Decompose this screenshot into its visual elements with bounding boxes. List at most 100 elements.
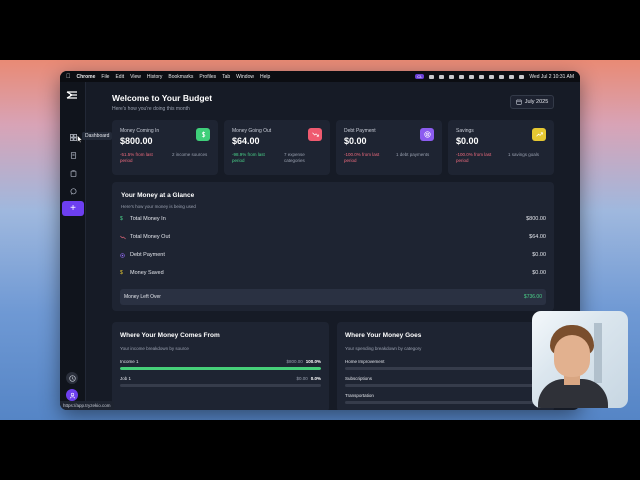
tray-badge[interactable]: CL xyxy=(415,74,425,79)
page-title: Welcome to Your Budget xyxy=(112,93,213,103)
money-at-a-glance-panel: Your Money at a Glance Here's how your m… xyxy=(112,182,554,311)
menu-profiles[interactable]: Profiles xyxy=(199,74,216,80)
card-debt-payment: Debt Payment $0.00 -100.0% from last per… xyxy=(336,120,442,175)
panel-title: Where Your Money Goes xyxy=(345,332,422,339)
card-note: 1 savings goals xyxy=(508,152,540,157)
user-avatar-icon[interactable] xyxy=(66,389,78,401)
income-progress-bar xyxy=(120,367,321,370)
card-label: Money Going Out xyxy=(232,128,272,134)
card-change: -100.0% from last period xyxy=(344,152,380,163)
link-status-url: https://app.tryzekio.com xyxy=(60,401,114,410)
trend-down-icon xyxy=(120,235,128,240)
trend-down-icon xyxy=(308,128,322,141)
menu-app-name[interactable]: Chrome xyxy=(77,74,96,80)
menu-window[interactable]: Window xyxy=(236,74,254,80)
menu-tab[interactable]: Tab xyxy=(222,74,230,80)
sidebar: Dashboard + xyxy=(60,82,113,410)
spending-progress-bar xyxy=(345,401,546,404)
clipboard-icon[interactable] xyxy=(68,168,78,178)
search-icon[interactable] xyxy=(509,74,515,79)
card-note: 2 income sources xyxy=(172,152,208,157)
income-row-amount: $0.00 xyxy=(296,375,308,381)
card-value: $0.00 xyxy=(344,136,367,146)
sidebar-tooltip: Dashboard xyxy=(82,132,113,140)
app-logo-icon[interactable] xyxy=(66,91,78,99)
glance-row-money-saved: $ Money Saved $0.00 xyxy=(120,268,546,278)
dollar-icon: $ xyxy=(120,270,123,276)
tray-icon-5[interactable] xyxy=(469,74,475,79)
add-button[interactable]: + xyxy=(62,201,84,216)
control-center-icon[interactable] xyxy=(519,74,525,79)
card-value: $0.00 xyxy=(456,136,479,146)
card-value: $800.00 xyxy=(120,136,153,146)
budget-app: Dashboard + Welcome to Your Budget Here'… xyxy=(60,82,580,410)
receipt-icon[interactable] xyxy=(68,150,78,160)
menu-view[interactable]: View xyxy=(130,74,141,80)
card-change: -98.9% from last period xyxy=(232,152,265,163)
battery-icon[interactable] xyxy=(489,74,495,79)
tray-icon-1[interactable] xyxy=(429,74,435,79)
menu-help[interactable]: Help xyxy=(260,74,270,80)
glance-row-label: Debt Payment xyxy=(130,252,165,258)
tray-icon-3[interactable] xyxy=(449,74,455,79)
spending-progress-bar xyxy=(345,367,546,370)
webcam-person-face xyxy=(554,335,590,377)
spending-breakdown-panel: Where Your Money Goes Your spending brea… xyxy=(337,322,554,410)
apple-icon[interactable]:  xyxy=(66,74,71,80)
glance-row-debt-payment: Debt Payment $0.00 xyxy=(120,250,546,260)
calendar-icon xyxy=(516,99,522,105)
card-money-in: Money Coming In $800.00 -51.5% from last… xyxy=(112,120,218,175)
dollar-icon xyxy=(196,128,210,141)
income-progress-bar xyxy=(120,384,321,387)
card-change: -51.5% from last period xyxy=(120,152,153,163)
income-row: Income 1 $800.00 100.0% xyxy=(120,357,321,365)
spending-row-label: Transportation xyxy=(345,392,374,398)
webcam-background-pole xyxy=(594,323,602,383)
menubar-clock[interactable]: Wed Jul 2 10:31 AM xyxy=(529,74,574,80)
webcam-overlay xyxy=(532,311,628,408)
month-picker-button[interactable]: July 2025 xyxy=(510,95,554,109)
card-money-out: Money Going Out $64.00 -98.9% from last … xyxy=(224,120,330,175)
tray-icon-4[interactable] xyxy=(459,74,465,79)
card-value: $64.00 xyxy=(232,136,260,146)
chat-icon[interactable] xyxy=(68,186,78,196)
leftover-label: Money Left Over xyxy=(124,294,161,300)
card-note: 1 debt payments xyxy=(396,152,430,157)
income-row-amount: $800.00 xyxy=(286,358,303,364)
card-note: 7 expense categories xyxy=(284,152,305,163)
card-savings: Savings $0.00 -100.0% from last period 1… xyxy=(448,120,554,175)
glance-row-value: $0.00 xyxy=(532,252,546,258)
spending-row-label: Subscriptions xyxy=(345,375,373,381)
panel-subtitle: Here's how your money is being used xyxy=(121,204,196,209)
dashboard-main: Welcome to Your Budget Here's how you're… xyxy=(86,82,580,410)
menu-edit[interactable]: Edit xyxy=(115,74,124,80)
help-icon[interactable] xyxy=(66,372,78,384)
spending-row: Subscriptions $0.00 xyxy=(345,374,546,382)
panel-title: Your Money at a Glance xyxy=(121,192,195,199)
leftover-value: $736.00 xyxy=(523,294,542,300)
month-picker-label: July 2025 xyxy=(524,99,549,105)
income-row-label: Job 1 xyxy=(120,375,132,381)
menu-file[interactable]: File xyxy=(101,74,109,80)
glance-row-label: Money Saved xyxy=(130,270,164,276)
browser-window:  Chrome File Edit View History Bookmark… xyxy=(60,71,580,410)
wifi-icon[interactable] xyxy=(499,74,505,79)
tray-icon-2[interactable] xyxy=(439,74,445,79)
dollar-icon: $ xyxy=(120,216,123,222)
glance-row-value: $0.00 xyxy=(532,270,546,276)
card-change: -100.0% from last period xyxy=(456,152,492,163)
piggy-bank-icon xyxy=(532,128,546,141)
menu-bookmarks[interactable]: Bookmarks xyxy=(168,74,193,80)
bluetooth-icon[interactable] xyxy=(479,74,485,79)
glance-row-value: $800.00 xyxy=(526,216,546,222)
spending-row: Home Improvement $0.00 xyxy=(345,357,546,365)
spending-row-label: Home Improvement xyxy=(345,358,385,364)
menu-history[interactable]: History xyxy=(147,74,163,80)
glance-row-label: Total Money Out xyxy=(130,234,171,240)
income-row-percent: 0.0% xyxy=(310,375,321,381)
target-icon xyxy=(120,252,128,258)
panel-title: Where Your Money Comes From xyxy=(120,332,220,339)
money-left-over-row: Money Left Over $736.00 xyxy=(120,289,546,305)
page-subtitle: Here's how you're doing this month xyxy=(112,106,190,112)
glance-row-total-money-out: Total Money Out $64.00 xyxy=(120,232,546,242)
